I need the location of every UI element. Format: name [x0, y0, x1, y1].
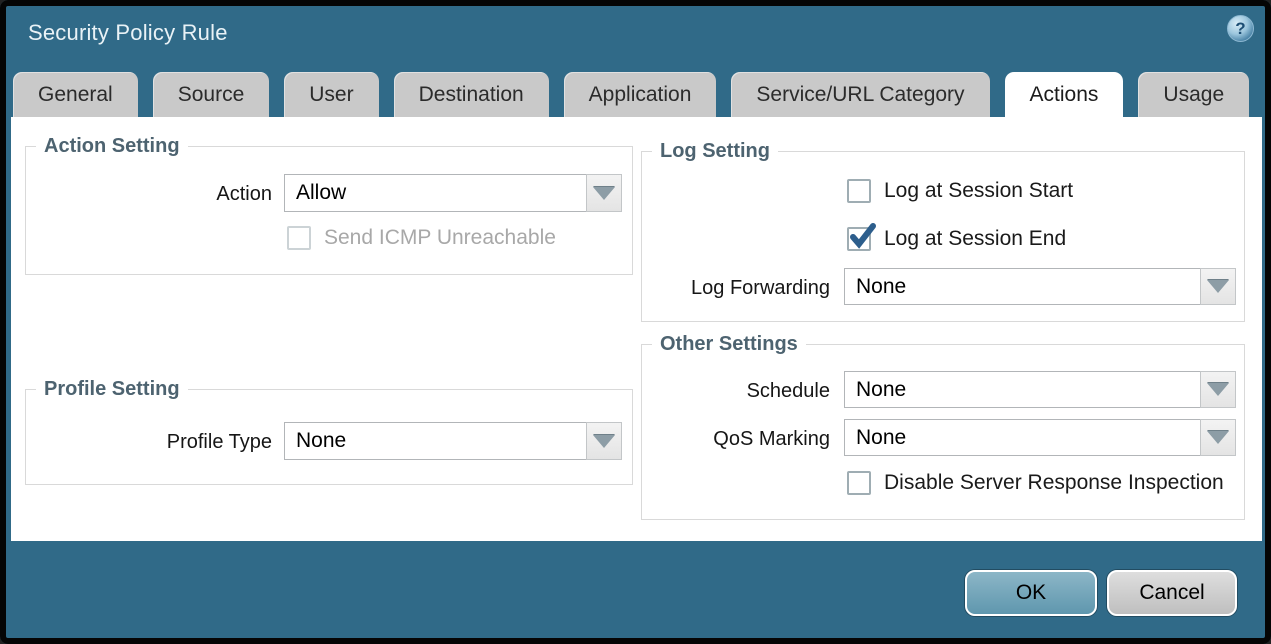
schedule-dropdown-value: None: [844, 371, 1200, 408]
schedule-label: Schedule: [747, 380, 830, 403]
tab-user[interactable]: User: [284, 72, 378, 117]
schedule-dropdown[interactable]: None: [844, 371, 1236, 408]
chevron-down-icon: [1207, 383, 1229, 396]
qos-marking-label: QoS Marking: [713, 428, 830, 451]
log-forwarding-dropdown[interactable]: None: [844, 268, 1236, 305]
action-setting-group: Action Setting Action Allow Send ICMP Un…: [25, 146, 633, 275]
tab-actions[interactable]: Actions: [1005, 72, 1124, 117]
profile-setting-group: Profile Setting Profile Type None: [25, 389, 633, 485]
action-setting-legend: Action Setting: [36, 135, 188, 158]
qos-marking-dropdown[interactable]: None: [844, 419, 1236, 456]
send-icmp-unreachable-row: Send ICMP Unreachable: [287, 226, 556, 250]
profile-type-dropdown-trigger[interactable]: [586, 422, 622, 460]
schedule-dropdown-trigger[interactable]: [1200, 371, 1236, 408]
tab-usage[interactable]: Usage: [1138, 72, 1249, 117]
log-setting-group: Log Setting Log at Session Start Log at …: [641, 151, 1245, 322]
tab-bar: General Source User Destination Application S…: [13, 72, 1249, 117]
log-session-end-label: Log at Session End: [884, 227, 1066, 251]
qos-marking-dropdown-trigger[interactable]: [1200, 419, 1236, 456]
profile-type-label: Profile Type: [167, 431, 272, 454]
cancel-button[interactable]: Cancel: [1107, 570, 1237, 616]
tab-service-url-category[interactable]: Service/URL Category: [731, 72, 989, 117]
dialog-title: Security Policy Rule: [28, 20, 228, 46]
chevron-down-icon: [593, 187, 615, 200]
profile-setting-legend: Profile Setting: [36, 378, 188, 401]
tab-source[interactable]: Source: [153, 72, 270, 117]
log-session-start-checkbox[interactable]: [847, 179, 871, 203]
profile-type-dropdown[interactable]: None: [284, 422, 622, 460]
other-settings-legend: Other Settings: [652, 333, 806, 356]
tab-general[interactable]: General: [13, 72, 138, 117]
log-setting-legend: Log Setting: [652, 140, 778, 163]
security-policy-rule-dialog: Security Policy Rule ? General Source User…: [0, 0, 1271, 644]
action-dropdown[interactable]: Allow: [284, 174, 622, 212]
actions-tab-panel: Action Setting Action Allow Send ICMP Un…: [11, 117, 1262, 541]
profile-type-dropdown-value: None: [284, 422, 586, 460]
log-session-end-row: Log at Session End: [847, 227, 1066, 251]
log-forwarding-dropdown-value: None: [844, 268, 1200, 305]
other-settings-group: Other Settings Schedule None QoS Marking…: [641, 344, 1245, 520]
ok-button[interactable]: OK: [965, 570, 1097, 616]
log-session-start-row: Log at Session Start: [847, 179, 1073, 203]
action-dropdown-value: Allow: [284, 174, 586, 212]
dsri-label: Disable Server Response Inspection: [884, 471, 1224, 495]
chevron-down-icon: [593, 435, 615, 448]
help-icon[interactable]: ?: [1227, 15, 1254, 42]
log-forwarding-label: Log Forwarding: [691, 277, 830, 300]
send-icmp-unreachable-label: Send ICMP Unreachable: [324, 226, 556, 250]
log-forwarding-dropdown-trigger[interactable]: [1200, 268, 1236, 305]
action-label: Action: [216, 183, 272, 206]
send-icmp-unreachable-checkbox[interactable]: [287, 226, 311, 250]
dsri-checkbox[interactable]: [847, 471, 871, 495]
log-session-start-label: Log at Session Start: [884, 179, 1073, 203]
chevron-down-icon: [1207, 431, 1229, 444]
action-dropdown-trigger[interactable]: [586, 174, 622, 212]
dsri-row: Disable Server Response Inspection: [847, 471, 1224, 495]
qos-marking-dropdown-value: None: [844, 419, 1200, 456]
chevron-down-icon: [1207, 280, 1229, 293]
log-session-end-checkbox[interactable]: [847, 227, 871, 251]
tab-destination[interactable]: Destination: [394, 72, 549, 117]
tab-application[interactable]: Application: [564, 72, 717, 117]
